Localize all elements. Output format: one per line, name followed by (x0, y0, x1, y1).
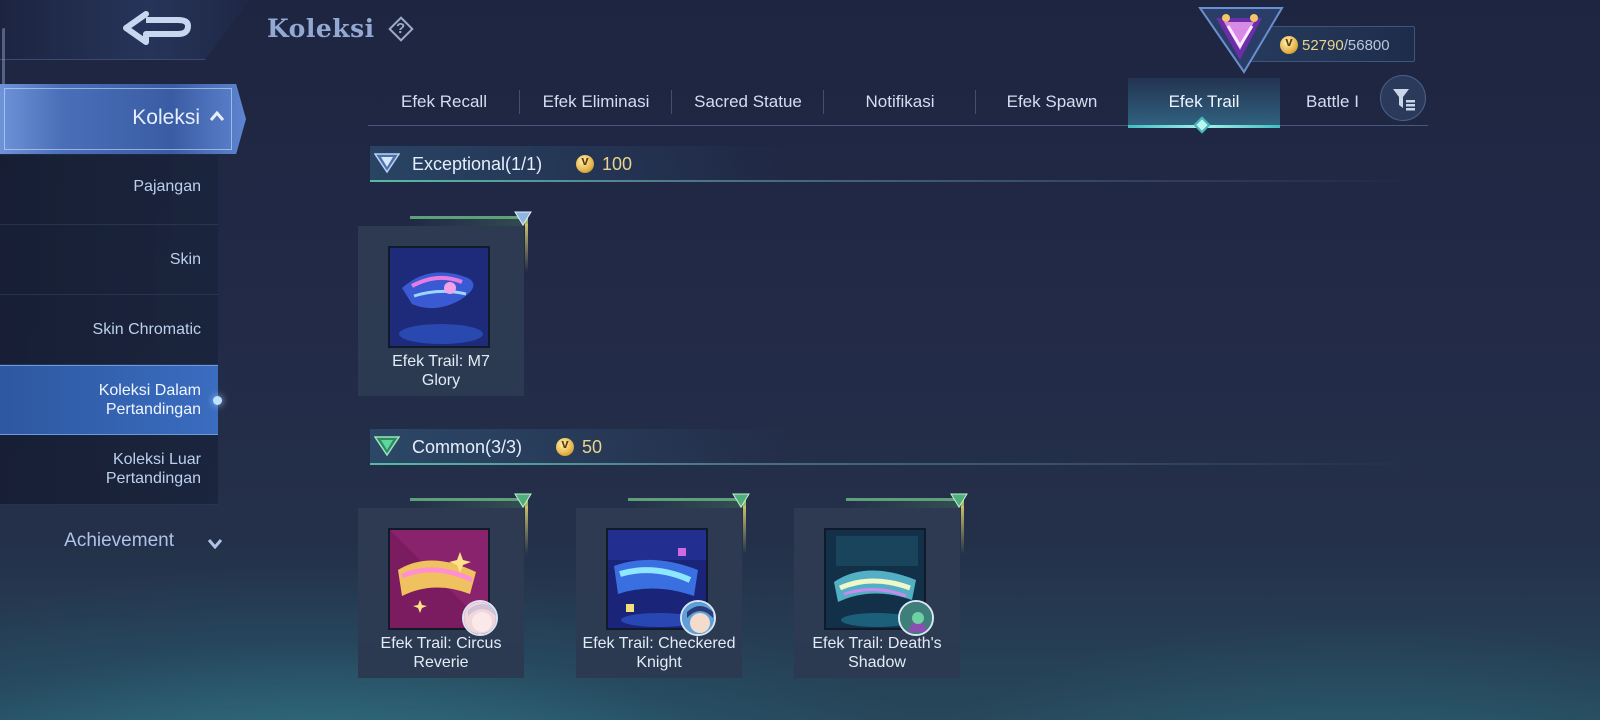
section-points: 100 (602, 154, 633, 174)
collector-coin-icon (576, 153, 594, 173)
card-frame-accent (961, 506, 964, 554)
section-title: Exceptional(1/1) (412, 154, 543, 174)
tab-label: Efek Recall (401, 92, 487, 111)
back-arrow-icon (123, 11, 191, 45)
sidebar-item-skin[interactable]: Skin (0, 225, 218, 295)
sidebar-item-label: Koleksi Dalam Pertandingan (98, 382, 201, 418)
card-frame-accent (410, 216, 528, 226)
tab-label: Notifikasi (865, 92, 935, 111)
help-icon[interactable]: ? (387, 15, 415, 43)
chevron-up-icon (210, 110, 224, 121)
tab-notifikasi[interactable]: Notifikasi (824, 78, 976, 126)
category-tabs: Efek Recall Efek Eliminasi Sacred Statue… (368, 78, 1428, 128)
sidebar-achievement[interactable]: Achievement (0, 530, 218, 552)
section-divider (370, 463, 1420, 465)
section-header-common: Common(3/3) 50 (370, 429, 1420, 465)
hero-avatar (680, 600, 716, 636)
card-frame-accent (525, 224, 528, 272)
tab-efek-recall[interactable]: Efek Recall (368, 78, 520, 126)
card-frame-accent (410, 498, 528, 508)
item-name: Efek Trail: Circus Reverie (380, 635, 502, 671)
filter-icon (1393, 89, 1415, 111)
card-frame-accent (846, 498, 964, 508)
rarity-common-icon (374, 436, 400, 457)
collection-card[interactable]: Efek Trail: Death's Shadow (794, 493, 968, 678)
page-title: Koleksi (267, 14, 375, 43)
tab-label: Efek Trail (1168, 92, 1240, 111)
item-name: Efek Trail: Checkered Knight (582, 635, 736, 671)
item-name: Efek Trail: M7 Glory (392, 353, 490, 389)
sidebar-item-label: Skin (169, 251, 201, 268)
rarity-gem-icon (514, 211, 532, 226)
sidebar-item-label: Koleksi Luar Pertandingan (105, 451, 201, 487)
section-title: Common(3/3) (412, 437, 523, 457)
active-indicator-dot (213, 396, 222, 405)
section-divider (370, 180, 1420, 182)
collector-rank-icon[interactable] (1198, 2, 1284, 74)
hero-avatar (898, 600, 934, 636)
rarity-gem-icon (732, 493, 750, 508)
section-points: 50 (582, 437, 603, 457)
rarity-exceptional-icon (374, 153, 400, 174)
sidebar-item-pajangan[interactable]: Pajangan (0, 155, 218, 225)
sidebar-item-koleksi-dalam-pertandingan[interactable]: Koleksi Dalam Pertandingan (0, 365, 222, 435)
item-name: Efek Trail: Death's Shadow (812, 635, 942, 671)
points-max: /56800 (1343, 37, 1390, 54)
tab-efek-eliminasi[interactable]: Efek Eliminasi (520, 78, 672, 126)
collector-points-value: 52790/56800 (1302, 37, 1390, 54)
tab-sacred-statue[interactable]: Sacred Statue (672, 78, 824, 126)
card-frame-accent (743, 506, 746, 554)
sidebar-item-label: Skin Chromatic (92, 321, 201, 338)
sidebar-item-skin-chromatic[interactable]: Skin Chromatic (0, 295, 218, 365)
rarity-gem-icon (514, 493, 532, 508)
tab-label: Efek Spawn (1006, 92, 1098, 111)
tab-efek-spawn[interactable]: Efek Spawn (976, 78, 1128, 126)
card-frame-accent (628, 498, 746, 508)
rarity-gem-icon (950, 493, 968, 508)
tab-battle[interactable]: Battle I (1280, 78, 1370, 126)
collection-card[interactable]: Efek Trail: Circus Reverie (358, 493, 532, 678)
filter-button[interactable] (1380, 75, 1426, 121)
back-button[interactable] (0, 0, 250, 60)
tab-label: Sacred Statue (694, 92, 802, 111)
collection-card[interactable]: Efek Trail: Checkered Knight (576, 493, 750, 678)
collection-card[interactable]: Efek Trail: M7 Glory (358, 211, 532, 396)
sidebar-item-koleksi-luar-pertandingan[interactable]: Koleksi Luar Pertandingan (0, 435, 218, 505)
section-header-exceptional: Exceptional(1/1) 100 (370, 146, 1420, 182)
chevron-down-icon (208, 539, 222, 549)
sidebar-main-label: Koleksi (132, 106, 200, 129)
sidebar-koleksi-button[interactable]: Koleksi (0, 84, 246, 154)
tab-label: Efek Eliminasi (542, 92, 650, 111)
collector-coin-icon (556, 436, 574, 456)
sidebar-item-label: Pajangan (133, 178, 201, 195)
tab-label: Battle I (1306, 92, 1359, 111)
hero-avatar (462, 600, 498, 636)
points-current: 52790 (1302, 37, 1344, 54)
item-thumbnail (388, 246, 490, 348)
card-frame-accent (525, 506, 528, 554)
help-glyph: ? (396, 20, 406, 37)
